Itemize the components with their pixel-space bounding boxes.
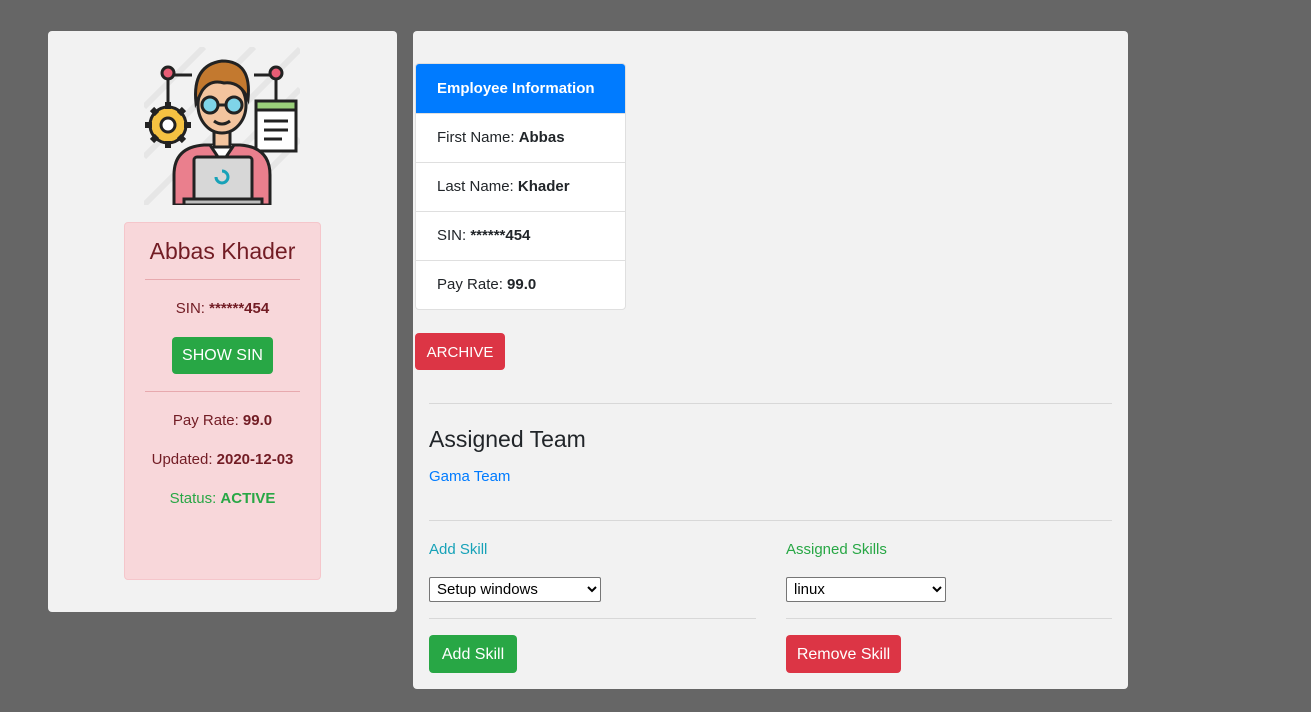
assigned-skills-select[interactable]: linux (786, 577, 946, 602)
info-row-sin: SIN: ******454 (416, 211, 625, 260)
pay-rate-value: 99.0 (242, 412, 273, 429)
pay-rate-line: Pay Rate: 99.0 (125, 412, 320, 429)
info-label: Pay Rate: (437, 276, 508, 293)
profile-summary: Abbas Khader SIN: ******454 SHOW SIN Pay… (124, 222, 321, 580)
info-value: Khader (517, 178, 570, 195)
divider (145, 279, 300, 280)
updated-line: Updated: 2020-12-03 (125, 451, 320, 468)
divider (429, 520, 1112, 521)
status-line: Status: ACTIVE (125, 490, 320, 507)
pay-rate-label: Pay Rate: (172, 412, 243, 429)
employee-name: Abbas Khader (149, 238, 296, 264)
add-skill-select[interactable]: Setup windows (429, 577, 601, 602)
divider (429, 618, 756, 619)
assigned-skills-label: Assigned Skills (786, 541, 887, 558)
archive-button[interactable]: ARCHIVE (415, 333, 505, 370)
status-value: ACTIVE (220, 490, 276, 507)
info-row-pay-rate: Pay Rate: 99.0 (416, 260, 625, 309)
divider (145, 391, 300, 392)
assigned-team-title: Assigned Team (429, 426, 586, 452)
info-row-last-name: Last Name: Khader (416, 162, 625, 211)
info-label: SIN: (437, 227, 471, 244)
add-skill-label: Add Skill (429, 541, 488, 558)
info-value: Abbas (518, 129, 565, 146)
divider (786, 618, 1112, 619)
sin-line: SIN: ******454 (125, 300, 320, 318)
main-card: Employee Information First Name: Abbas L… (413, 31, 1128, 689)
show-sin-button[interactable]: SHOW SIN (172, 337, 273, 374)
status-label: Status: (169, 490, 221, 507)
info-label: First Name: (437, 129, 519, 146)
remove-skill-button[interactable]: Remove Skill (786, 635, 901, 673)
info-row-first-name: First Name: Abbas (416, 113, 625, 162)
info-label: Last Name: (437, 178, 518, 195)
divider (429, 403, 1112, 404)
employee-info-header: Employee Information (416, 64, 625, 113)
profile-card: Abbas Khader SIN: ******454 SHOW SIN Pay… (48, 31, 397, 612)
employee-info-list: Employee Information First Name: Abbas L… (415, 63, 626, 310)
updated-label: Updated: (151, 451, 217, 468)
add-skill-button[interactable]: Add Skill (429, 635, 517, 673)
team-link[interactable]: Gama Team (429, 468, 510, 485)
info-value: 99.0 (507, 276, 537, 293)
developer-avatar-icon (144, 47, 300, 205)
sin-value: ******454 (209, 300, 270, 317)
info-value: ******454 (470, 227, 531, 244)
sin-label: SIN: (175, 300, 210, 317)
updated-value: 2020-12-03 (216, 451, 294, 468)
